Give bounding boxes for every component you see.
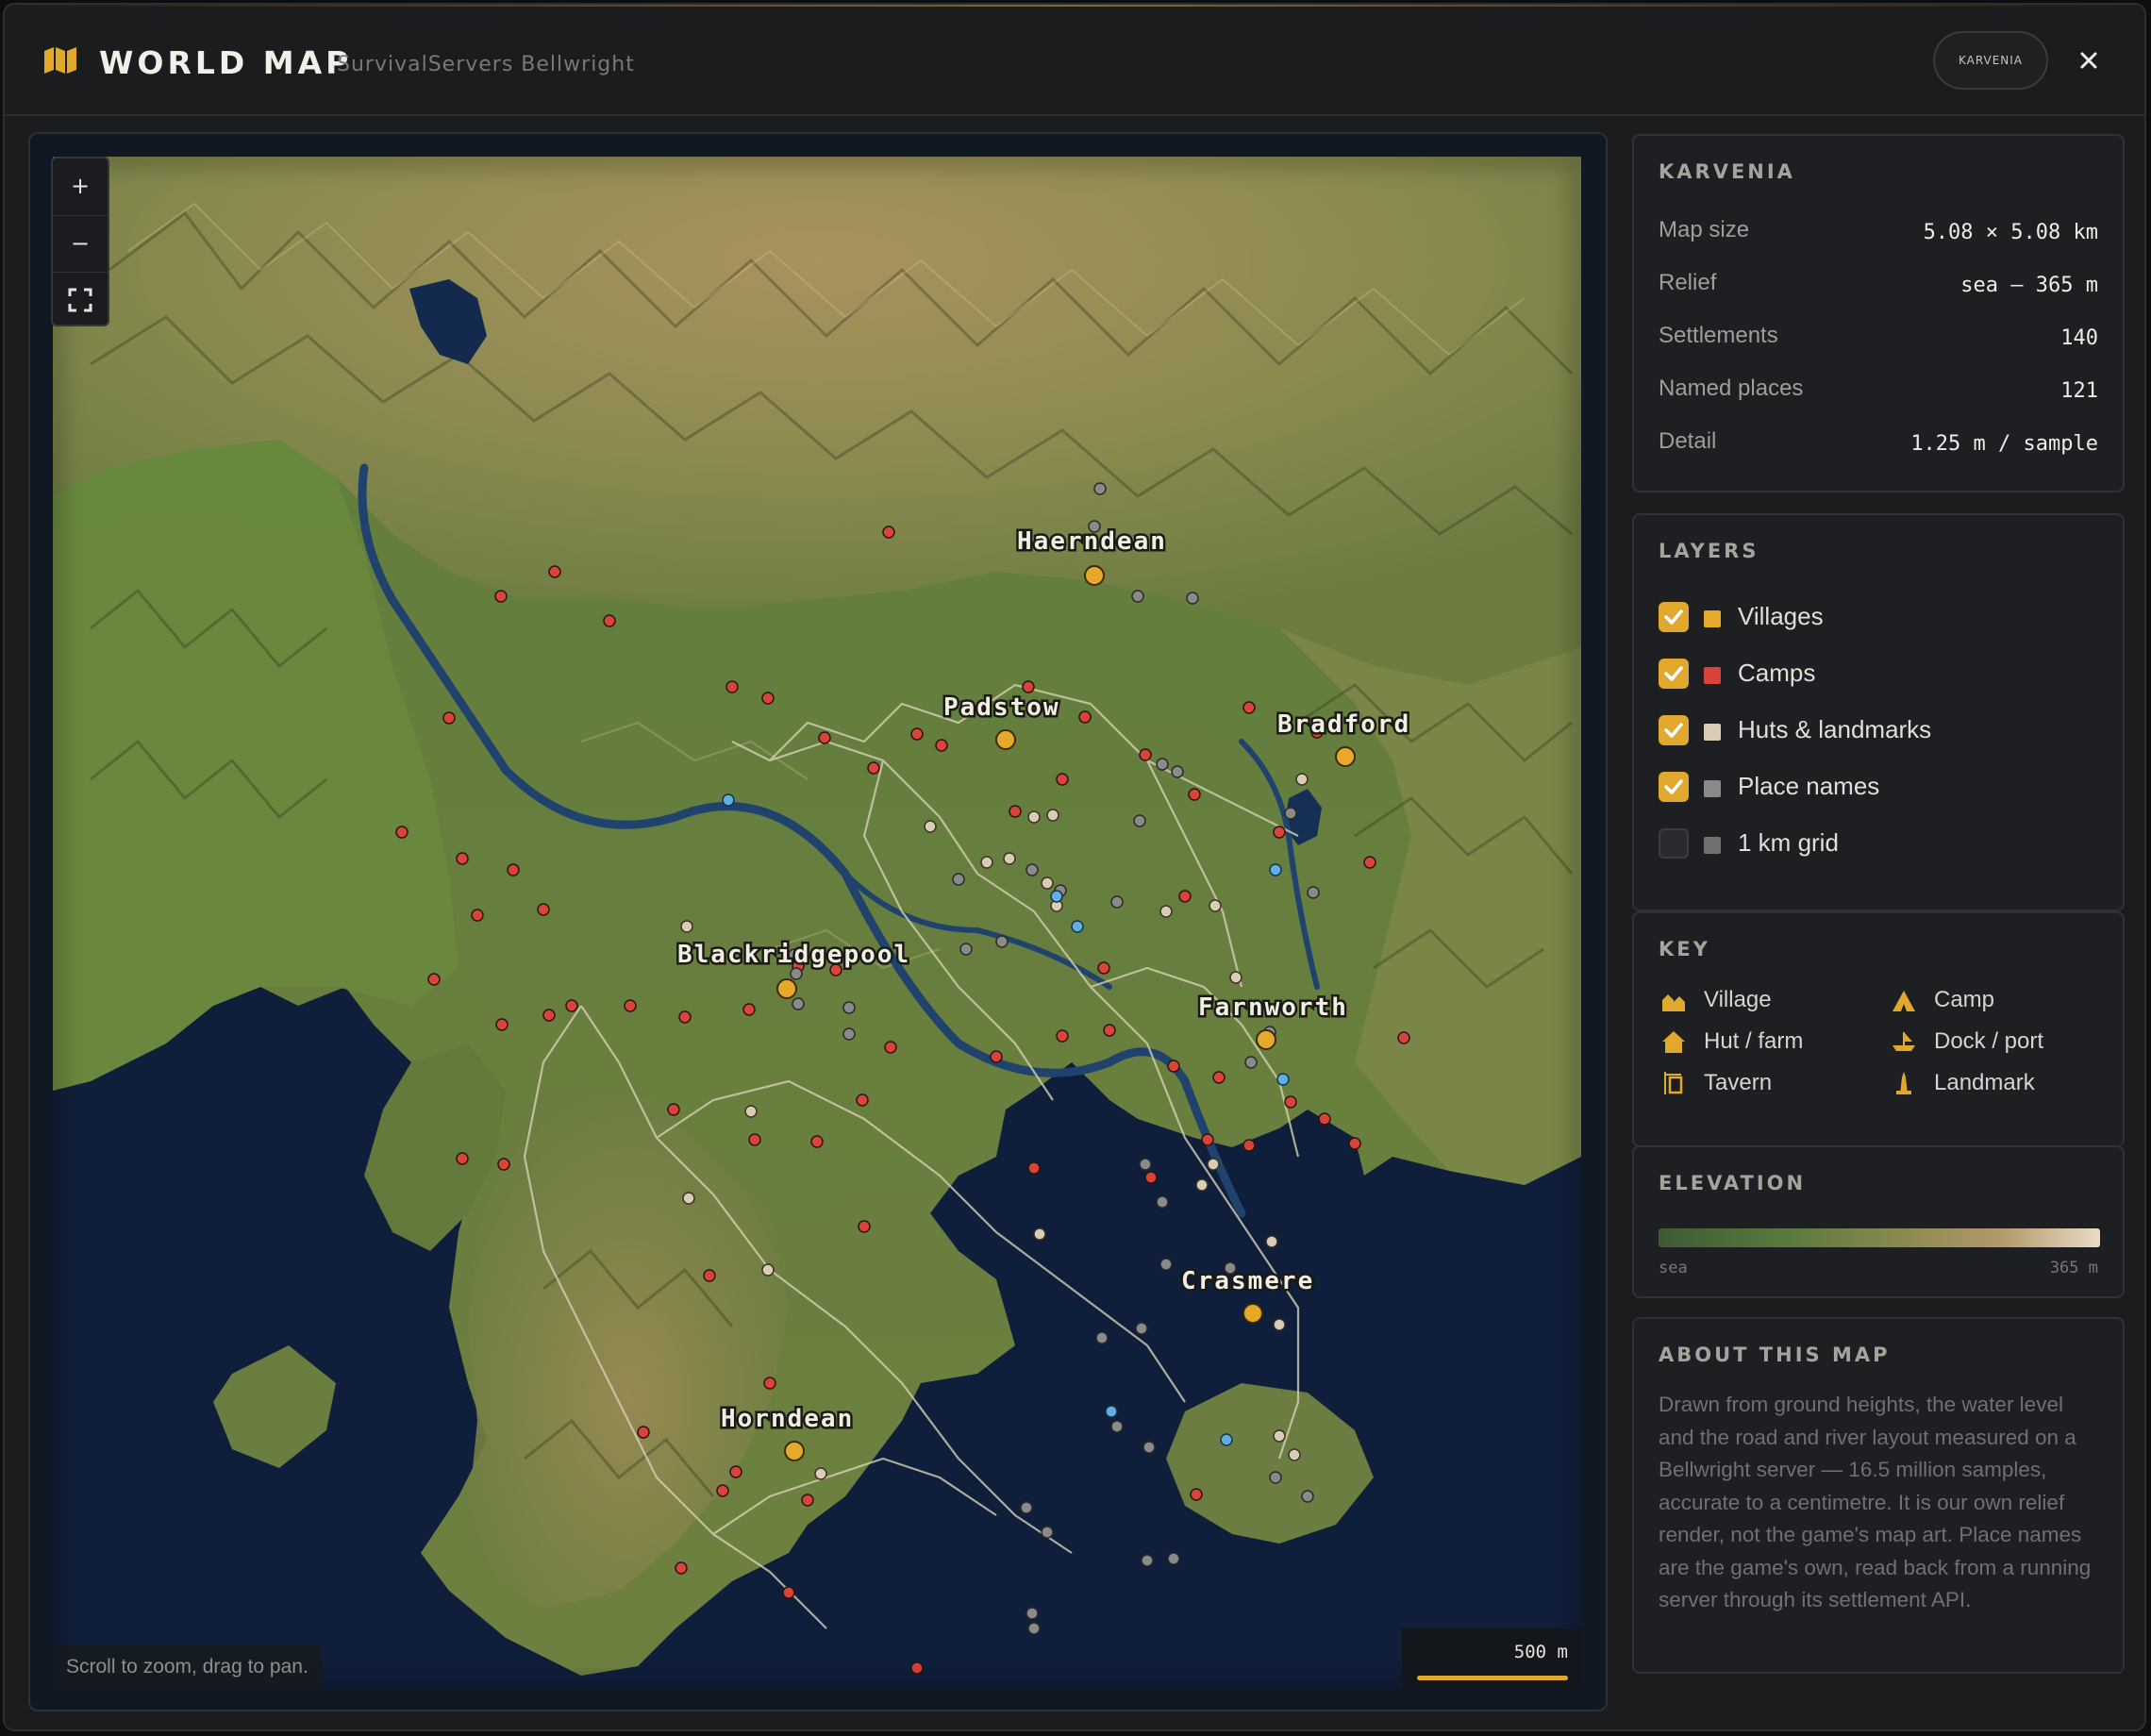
checkbox-place-names[interactable] <box>1659 772 1689 802</box>
key-item-hut: Hut / farm <box>1660 1027 1868 1059</box>
key-label-landmark: Landmark <box>1934 1070 2035 1095</box>
layer-label-place-names: Place names <box>1738 772 1880 800</box>
village-icon <box>1662 994 1685 1011</box>
place-label-bradford: Bradford <box>1277 710 1410 739</box>
checkmark-icon <box>1664 666 1683 681</box>
close-icon <box>2080 52 2097 69</box>
place-label-horndean: Horndean <box>721 1405 854 1433</box>
layer-toggle-camps[interactable]: Camps <box>1659 657 2093 691</box>
stat-label-named-places: Named places <box>1659 376 1804 401</box>
header-bar: WORLD MAP SurvivalServers Bellwright KAR… <box>5 5 2144 116</box>
checkmark-icon <box>1664 723 1683 738</box>
stat-label-relief: Relief <box>1659 270 1717 295</box>
scale-line <box>1417 1676 1568 1680</box>
layer-toggle-huts[interactable]: Huts & landmarks <box>1659 713 2093 747</box>
swatch-villages <box>1704 610 1721 627</box>
about-text: Drawn from ground heights, the water lev… <box>1659 1393 2092 1611</box>
zoom-in-button[interactable]: + <box>53 159 108 213</box>
key-item-village: Village <box>1660 985 1868 1017</box>
stat-value-settlements: 140 <box>2060 326 2098 350</box>
key-label-village: Village <box>1704 987 1772 1012</box>
about-card: ABOUT THIS MAP Drawn from ground heights… <box>1632 1317 2125 1674</box>
place-label-farnworth: Farnworth <box>1198 993 1348 1022</box>
map-icon <box>44 47 76 74</box>
scale-bar: 500 m <box>1402 1628 1581 1689</box>
zoom-controls: + − <box>51 157 109 326</box>
key-item-camp: Camp <box>1891 985 2098 1017</box>
realm-info-card: KARVENIA Map size 5.08 × 5.08 km Relief … <box>1632 134 2125 492</box>
key-label-camp: Camp <box>1934 987 1995 1012</box>
swatch-place-names <box>1704 780 1721 797</box>
key-label-hut: Hut / farm <box>1704 1028 1804 1054</box>
swatch-camps <box>1704 667 1721 684</box>
layer-toggle-grid[interactable]: 1 km grid <box>1659 826 2093 860</box>
elevation-gradient-bar <box>1659 1228 2100 1247</box>
realm-select-button[interactable]: KARVENIA <box>1933 31 2048 90</box>
realm-info-title: KARVENIA <box>1659 160 1795 183</box>
key-card: KEY Village Camp Hut / farm Dock / port … <box>1632 911 2125 1147</box>
tavern-icon <box>1664 1072 1683 1094</box>
checkbox-huts[interactable] <box>1659 715 1689 745</box>
layer-label-villages: Villages <box>1738 602 1824 630</box>
layer-label-grid: 1 km grid <box>1738 828 1839 857</box>
layer-label-camps: Camps <box>1738 659 1816 687</box>
about-title: ABOUT THIS MAP <box>1659 1344 1891 1366</box>
close-button[interactable] <box>2067 39 2110 82</box>
elevation-low-label: sea <box>1659 1259 1688 1277</box>
zoom-out-button[interactable]: − <box>53 215 108 271</box>
place-label-haerndean: Haerndean <box>1017 527 1167 556</box>
elevation-title: ELEVATION <box>1659 1172 1807 1194</box>
server-subtitle: SurvivalServers Bellwright <box>337 53 635 76</box>
scale-label: 500 m <box>1513 1642 1568 1662</box>
checkbox-villages[interactable] <box>1659 602 1689 632</box>
layer-toggle-villages[interactable]: Villages <box>1659 600 2093 634</box>
checkmark-icon <box>1664 609 1683 625</box>
place-label-blackridgepool: Blackridgepool <box>677 941 910 969</box>
camp-icon <box>1893 991 1915 1011</box>
elevation-high-label: 365 m <box>2049 1259 2098 1277</box>
stat-label-settlements: Settlements <box>1659 323 1778 348</box>
key-label-tavern: Tavern <box>1704 1070 1773 1095</box>
stat-label-map-size: Map size <box>1659 217 1750 242</box>
place-label-padstow: Padstow <box>943 693 1060 722</box>
swatch-grid <box>1704 837 1721 854</box>
layer-label-huts: Huts & landmarks <box>1738 715 1932 743</box>
key-item-dock: Dock / port <box>1891 1027 2098 1059</box>
stat-value-detail: 1.25 m / sample <box>1910 432 2098 456</box>
fullscreen-icon <box>68 288 92 312</box>
hut-icon <box>1662 1031 1685 1053</box>
landmark-icon <box>1896 1072 1911 1094</box>
dock-icon <box>1893 1032 1915 1051</box>
layer-toggle-place-names[interactable]: Place names <box>1659 770 2093 804</box>
checkmark-icon <box>1664 779 1683 794</box>
elevation-card: ELEVATION sea 365 m <box>1632 1145 2125 1298</box>
layers-card: LAYERS Villages Camps Huts & landmarks P… <box>1632 513 2125 911</box>
terrain-map[interactable]: Haerndean Padstow Bradford Blackridgepoo… <box>53 157 1581 1689</box>
fullscreen-button[interactable] <box>53 272 108 327</box>
place-label-crasmere: Crasmere <box>1181 1267 1314 1295</box>
stat-value-named-places: 121 <box>2060 379 2098 403</box>
checkbox-grid[interactable] <box>1659 828 1689 859</box>
key-title: KEY <box>1659 938 1710 960</box>
swatch-huts <box>1704 724 1721 741</box>
checkbox-camps[interactable] <box>1659 659 1689 689</box>
layers-title: LAYERS <box>1659 540 1759 562</box>
map-hint: Scroll to zoom, drag to pan. <box>53 1645 322 1689</box>
stat-label-detail: Detail <box>1659 428 1717 454</box>
key-item-landmark: Landmark <box>1891 1068 2098 1100</box>
key-item-tavern: Tavern <box>1660 1068 1868 1100</box>
stat-value-relief: sea – 365 m <box>1960 274 2098 297</box>
page-title: WORLD MAP <box>99 44 353 81</box>
stat-value-map-size: 5.08 × 5.08 km <box>1923 221 2098 244</box>
key-label-dock: Dock / port <box>1934 1028 2044 1054</box>
